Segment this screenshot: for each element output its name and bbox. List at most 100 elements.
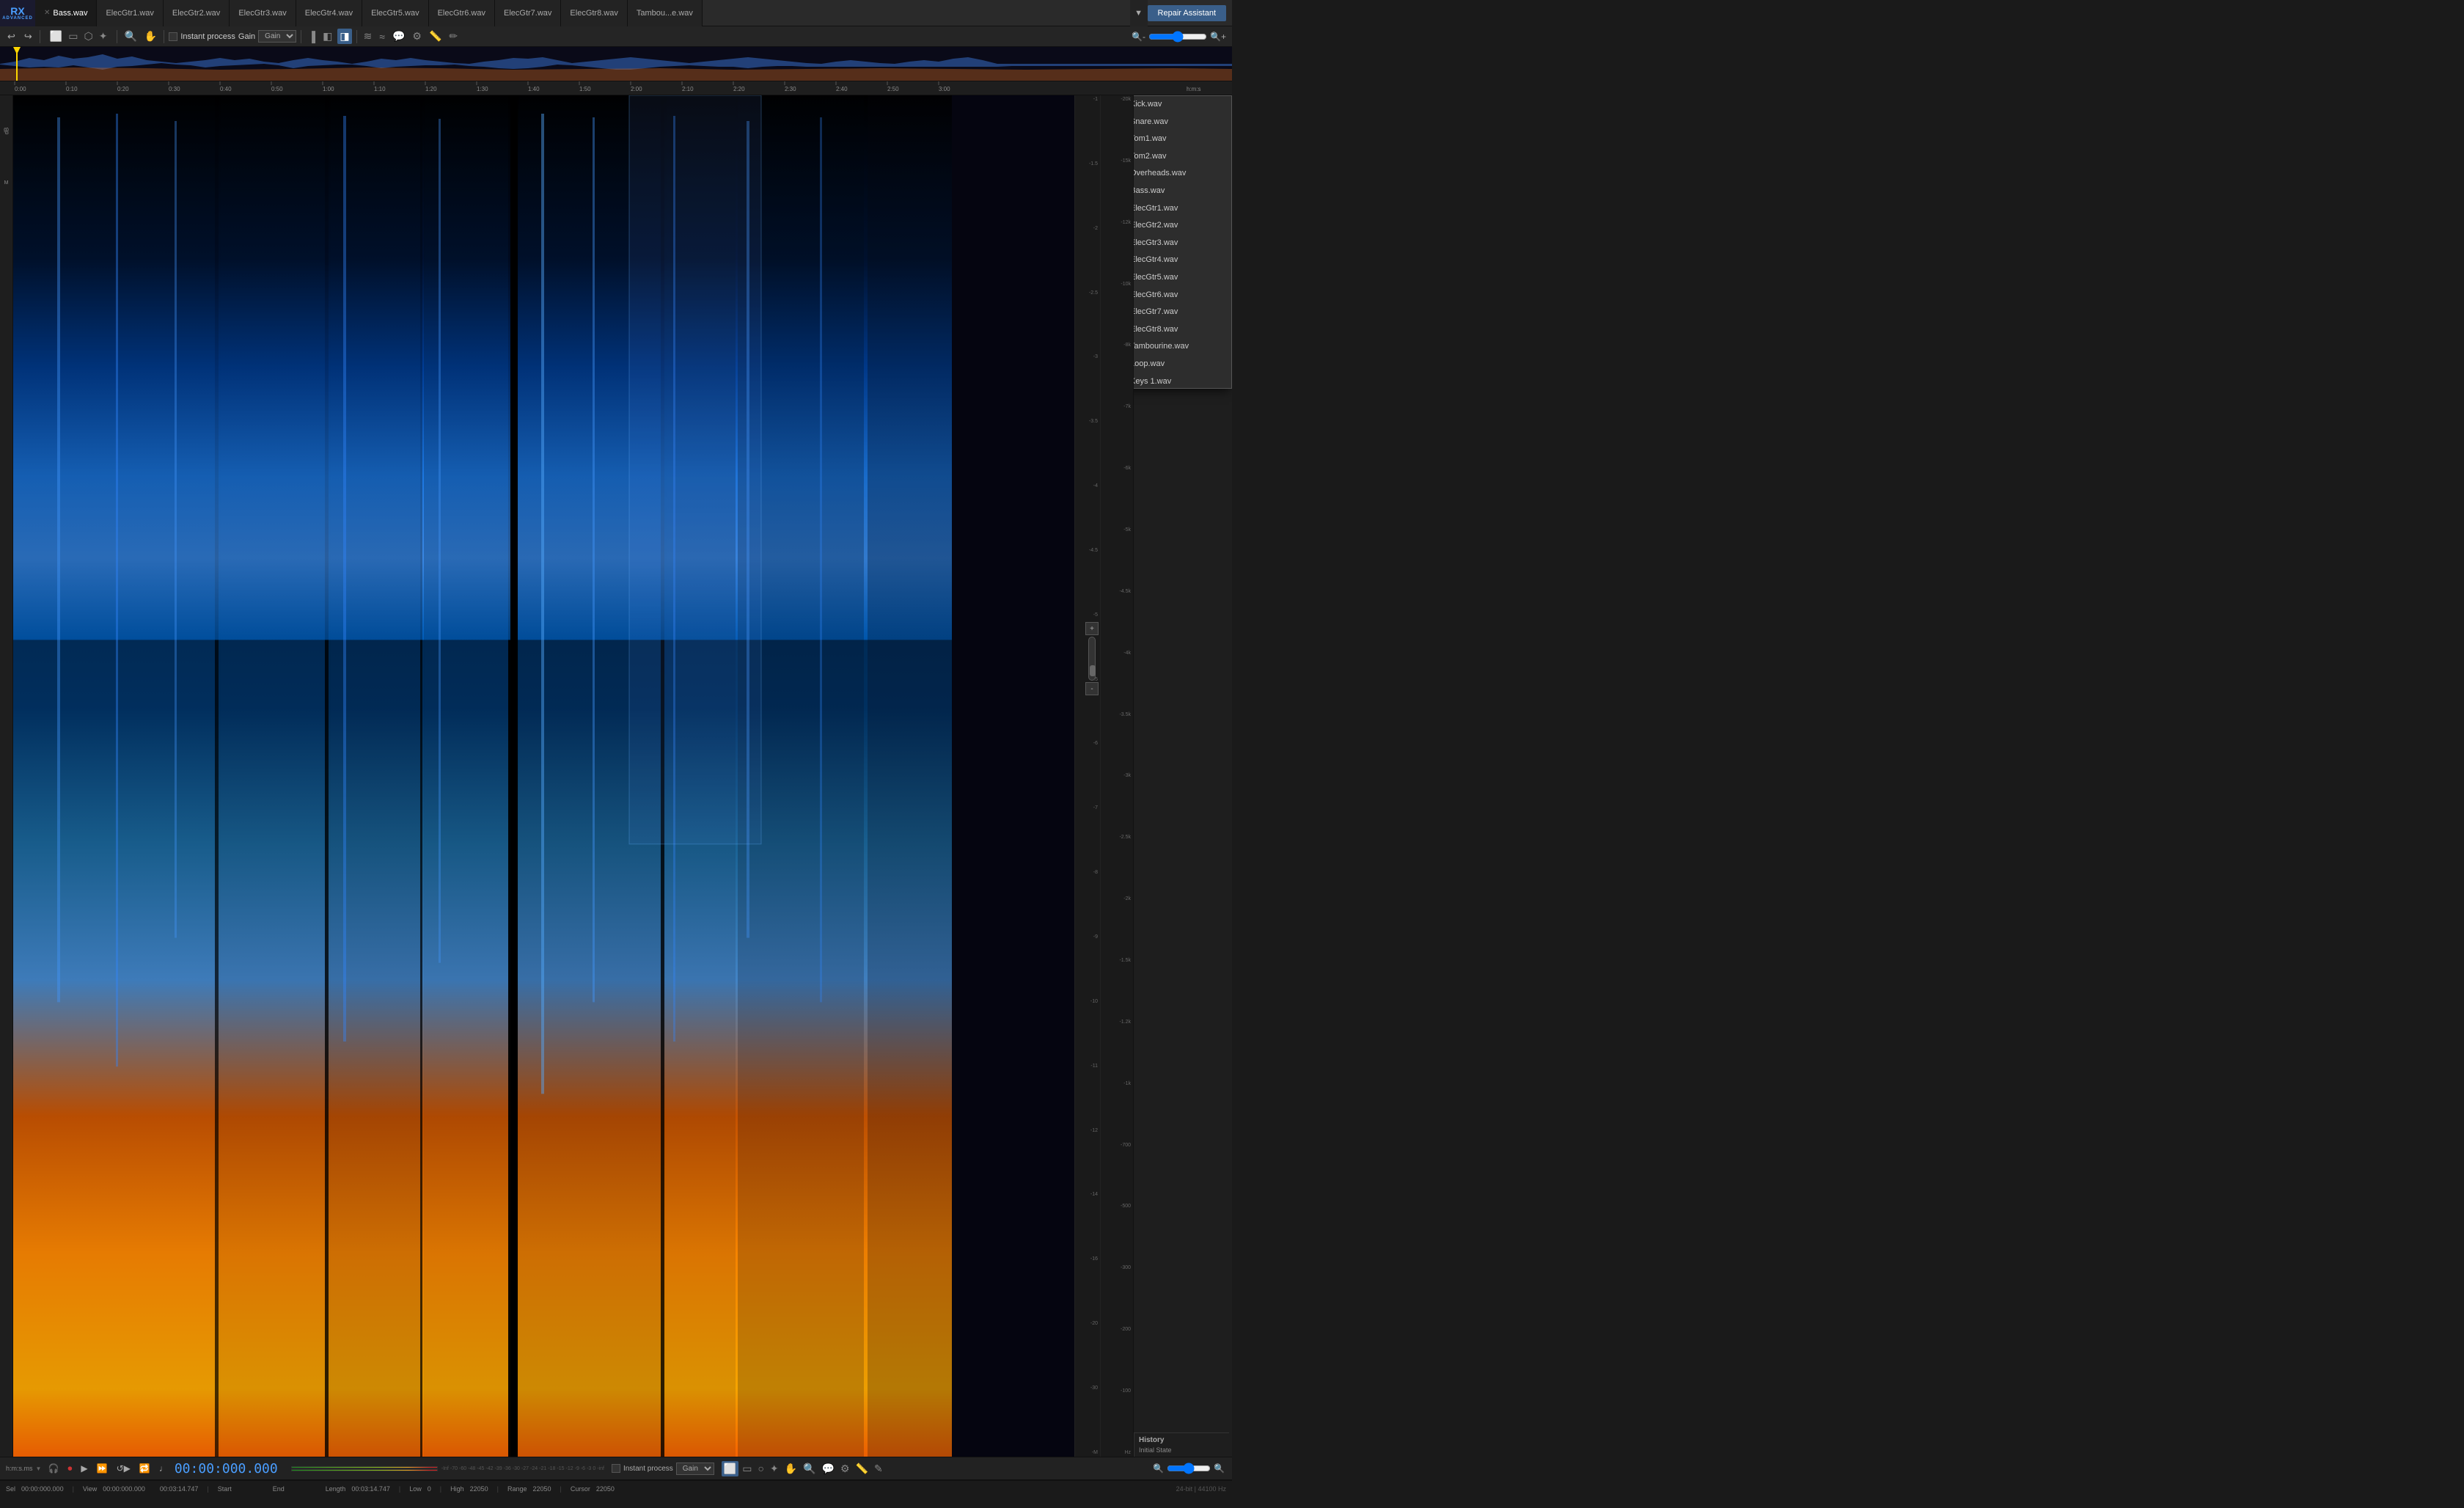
- channel-left-button[interactable]: ◧: [320, 29, 334, 44]
- sel-value: 00:00:000.000: [21, 1485, 64, 1493]
- tabs-container: ✕ Bass.wav ElecGtr1.wav ElecGtr2.wav Ele…: [35, 0, 1130, 26]
- db-label-30: -30: [1090, 1386, 1098, 1391]
- instant-process-checkbox[interactable]: [169, 32, 177, 41]
- zoom-out-freq-button[interactable]: -: [1085, 682, 1099, 695]
- settings-button[interactable]: ⚙: [410, 29, 424, 44]
- tab-elecgtr7[interactable]: ElecGtr7.wav: [495, 0, 561, 26]
- instant-process-chk[interactable]: [612, 1464, 620, 1473]
- freq-sel-btn[interactable]: ▭: [740, 1461, 754, 1476]
- frequency-selection-tool[interactable]: ▭: [66, 29, 80, 44]
- zoom-btn-2[interactable]: 🔍: [801, 1461, 818, 1476]
- gain-dropdown[interactable]: Gain: [676, 1463, 714, 1475]
- dropdown-item-loop[interactable]: Loop.wav: [1133, 356, 1231, 373]
- dropdown-item-elecgtr5[interactable]: ElecGtr5.wav: [1133, 269, 1231, 287]
- bottom-zoom-out-btn[interactable]: 🔍: [1212, 1462, 1226, 1475]
- svg-text:2:30: 2:30: [785, 86, 796, 92]
- time-sel-btn[interactable]: ⬜: [722, 1461, 738, 1476]
- channel-right-button[interactable]: ◨: [337, 29, 351, 44]
- instant-process-container: Instant process Gain Gain: [169, 30, 296, 43]
- pencil-button[interactable]: ✏: [447, 29, 460, 44]
- loop-play-button[interactable]: ↺▶: [114, 1462, 133, 1475]
- tab-elecgtr8[interactable]: ElecGtr8.wav: [561, 0, 627, 26]
- dropdown-item-elecgtr1[interactable]: ElecGtr1.wav: [1133, 200, 1231, 218]
- freq-500: -500: [1121, 1204, 1131, 1209]
- dropdown-item-tom2[interactable]: Tom2.wav: [1133, 148, 1231, 166]
- speech-btn-2[interactable]: 💬: [820, 1461, 837, 1476]
- freq-scale: -20k -15k -12k -10k -8k -7k -6k -5k -4.5…: [1100, 95, 1133, 1457]
- freq-700: -700: [1121, 1143, 1131, 1148]
- dropdown-item-tambourine[interactable]: Tambourine.wav: [1133, 338, 1231, 356]
- metronome-button[interactable]: ♩: [157, 1462, 170, 1475]
- zoom-controls: 🔍- 🔍+: [1130, 30, 1228, 43]
- fast-forward-button[interactable]: ⏩: [95, 1462, 110, 1475]
- dropdown-item-kick[interactable]: Kick.wav: [1133, 96, 1231, 114]
- repair-assistant-button[interactable]: Repair Assistant: [1148, 5, 1226, 21]
- freq-20k: -20k: [1121, 97, 1131, 102]
- history-panel: History Initial State: [1134, 1432, 1229, 1457]
- tab-elecgtr5[interactable]: ElecGtr5.wav: [362, 0, 428, 26]
- tab-overflow-button[interactable]: ▼: [1130, 0, 1148, 26]
- history-item-initial[interactable]: Initial State: [1139, 1446, 1225, 1454]
- magic-wand-tool[interactable]: ✦: [97, 29, 110, 44]
- freq-zoom-handle[interactable]: [1090, 665, 1096, 676]
- undo-button[interactable]: ↩: [4, 29, 18, 44]
- db-label-14: -14: [1090, 1192, 1098, 1197]
- bottom-zoom-slider[interactable]: [1167, 1463, 1211, 1474]
- dropdown-item-elecgtr4[interactable]: ElecGtr4.wav: [1133, 252, 1231, 269]
- gain-select[interactable]: Gain: [258, 30, 296, 43]
- record-button[interactable]: ⏺: [65, 1462, 74, 1476]
- freq-6k: -6k: [1123, 466, 1131, 471]
- tab-elecgtr6[interactable]: ElecGtr6.wav: [429, 0, 495, 26]
- zoom-tool[interactable]: 🔍: [122, 29, 139, 44]
- lasso-tool[interactable]: ⬡: [81, 29, 95, 44]
- dropdown-item-overheads[interactable]: Overheads.wav: [1133, 165, 1231, 183]
- pencil-btn-2[interactable]: ✎: [872, 1461, 885, 1476]
- tab-tambourine[interactable]: Tambou...e.wav: [628, 0, 703, 26]
- dropdown-item-elecgtr7[interactable]: ElecGtr7.wav: [1133, 304, 1231, 321]
- dropdown-item-elecgtr3[interactable]: ElecGtr3.wav: [1133, 235, 1231, 252]
- speech-button[interactable]: 💬: [390, 29, 407, 44]
- svg-text:1:40: 1:40: [528, 86, 540, 92]
- zoom-in-button[interactable]: 🔍+: [1209, 30, 1228, 43]
- instant-process-lbl: Instant process: [623, 1465, 673, 1473]
- dropdown-item-elecgtr6[interactable]: ElecGtr6.wav: [1133, 287, 1231, 304]
- settings-btn-2[interactable]: ⚙: [838, 1461, 852, 1476]
- redo-button[interactable]: ↪: [21, 29, 35, 44]
- dropdown-item-bass[interactable]: Bass.wav: [1133, 183, 1231, 200]
- channel-stereo-button[interactable]: ▐: [306, 29, 318, 44]
- dropdown-item-elecgtr2[interactable]: ElecGtr2.wav: [1133, 217, 1231, 235]
- tab-elecgtr4[interactable]: ElecGtr4.wav: [296, 0, 362, 26]
- loop-button[interactable]: 🔁: [137, 1462, 153, 1475]
- tab-elecgtr2[interactable]: ElecGtr2.wav: [164, 0, 230, 26]
- zoom-in-freq-button[interactable]: +: [1085, 622, 1099, 635]
- lasso-btn-2[interactable]: ○: [755, 1461, 766, 1476]
- range-label: Range: [507, 1485, 527, 1493]
- waveform-view-button[interactable]: ≈: [377, 29, 387, 44]
- freq-zoom-track: [1088, 637, 1096, 681]
- bottom-zoom-in-btn[interactable]: 🔍: [1151, 1462, 1165, 1475]
- freq-4k: -4k: [1123, 651, 1131, 656]
- wand-btn-2[interactable]: ✦: [768, 1461, 781, 1476]
- zoom-out-button[interactable]: 🔍-: [1130, 30, 1147, 43]
- ruler-btn-2[interactable]: 📏: [854, 1461, 870, 1476]
- time-ruler: 0:00 0:10 0:20 0:30 0:40 0:50 1:00 1:10 …: [0, 81, 1232, 95]
- app-name: RX: [10, 6, 24, 16]
- dropdown-item-tom1[interactable]: Tom1.wav: [1133, 131, 1231, 148]
- hand-btn-2[interactable]: ✋: [782, 1461, 799, 1476]
- zoom-slider[interactable]: [1148, 31, 1207, 43]
- hand-tool[interactable]: ✋: [142, 29, 159, 44]
- headphone-button[interactable]: 🎧: [45, 1462, 61, 1475]
- tab-bass[interactable]: ✕ Bass.wav: [35, 0, 97, 26]
- tab-elecgtr1[interactable]: ElecGtr1.wav: [97, 0, 163, 26]
- dropdown-item-snare[interactable]: Snare.wav: [1133, 114, 1231, 131]
- tab-elecgtr3[interactable]: ElecGtr3.wav: [230, 0, 296, 26]
- dropdown-item-elecgtr8[interactable]: ElecGtr8.wav: [1133, 321, 1231, 339]
- dropdown-item-keys1[interactable]: Keys 1.wav: [1133, 373, 1231, 389]
- play-button[interactable]: ▶: [78, 1462, 89, 1475]
- time-format-down[interactable]: ▼: [36, 1465, 42, 1472]
- freq-3k: -3k: [1123, 773, 1131, 778]
- spectrogram-view-button[interactable]: ≋: [362, 29, 375, 44]
- tab-close-icon[interactable]: ✕: [44, 9, 50, 17]
- ruler-button[interactable]: 📏: [427, 29, 444, 44]
- time-selection-tool[interactable]: ⬜: [48, 29, 65, 44]
